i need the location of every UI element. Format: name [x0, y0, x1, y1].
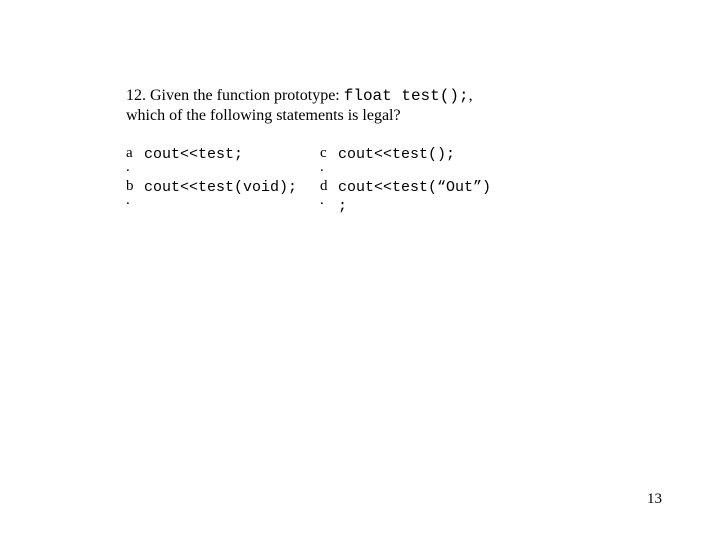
page-number: 13 [647, 491, 662, 508]
option-label-a: a . [126, 146, 138, 173]
option-code-d: cout<<test(“Out”) ; [338, 179, 528, 217]
question-prompt: 12. Given the function prototype: float … [126, 86, 596, 126]
option-dot-a: . [126, 161, 138, 173]
option-dot-d: . [320, 194, 332, 206]
option-code-b: cout<<test(void); [144, 179, 314, 198]
option-code-c: cout<<test(); [338, 146, 528, 165]
question-number: 12. [126, 87, 146, 104]
option-label-b: b . [126, 179, 138, 206]
option-code-a: cout<<test; [144, 146, 314, 165]
option-dot-c: . [320, 161, 332, 173]
option-label-d: d . [320, 179, 332, 206]
prompt-text-2: which of the following statements is leg… [126, 107, 401, 124]
prompt-text-1b: , [469, 87, 473, 104]
option-dot-b: . [126, 194, 138, 206]
question-block: 12. Given the function prototype: float … [0, 0, 596, 217]
options-grid: a . cout<<test; c . cout<<test(); b . co… [126, 146, 596, 217]
prompt-code: float test(); [344, 87, 469, 105]
option-label-c: c . [320, 146, 332, 173]
prompt-text-1a: Given the function prototype: [150, 87, 344, 104]
